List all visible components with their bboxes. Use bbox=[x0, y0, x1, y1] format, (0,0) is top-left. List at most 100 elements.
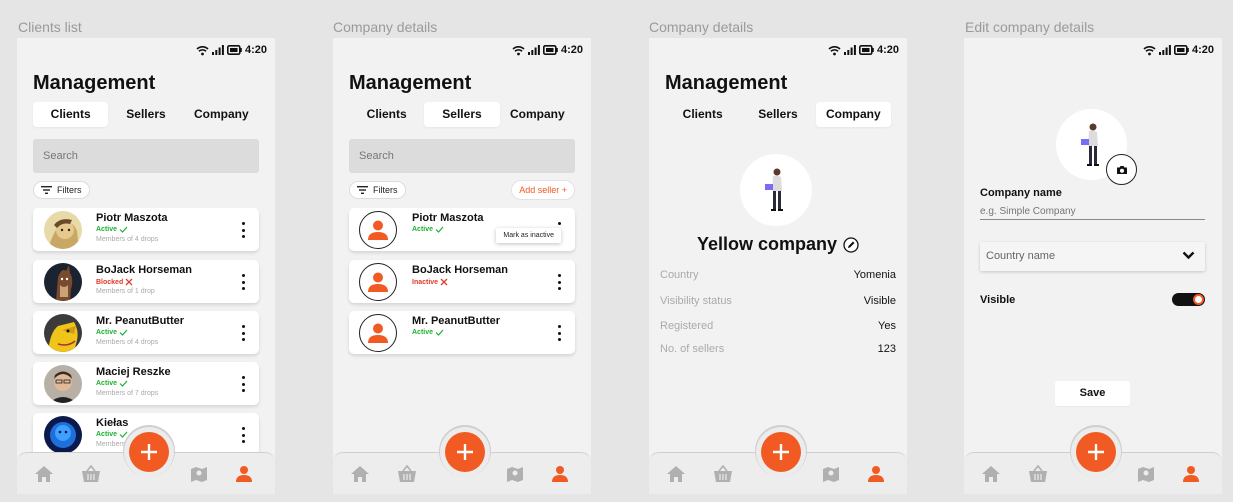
user-icon[interactable] bbox=[1182, 465, 1200, 483]
page-title: Management bbox=[33, 72, 156, 94]
tab-clients[interactable]: Clients bbox=[33, 102, 109, 127]
screen-title: Company details bbox=[333, 19, 438, 35]
check-icon bbox=[119, 329, 128, 336]
check-icon bbox=[435, 226, 444, 233]
list-item[interactable]: Piotr Maszota Active Members of 4 drops bbox=[33, 208, 259, 251]
filters-label: Filters bbox=[373, 185, 398, 195]
home-icon[interactable] bbox=[666, 465, 686, 483]
tab-sellers[interactable]: Sellers bbox=[424, 102, 500, 127]
map-icon[interactable] bbox=[506, 465, 524, 483]
basket-icon[interactable] bbox=[81, 465, 101, 483]
battery-icon bbox=[858, 45, 874, 55]
tab-company[interactable]: Company bbox=[815, 102, 891, 127]
plus-icon bbox=[773, 444, 789, 460]
status-badge: Inactive bbox=[412, 278, 448, 286]
detail-key: Visibility status bbox=[660, 295, 732, 307]
basket-icon[interactable] bbox=[1028, 465, 1048, 483]
filters-button[interactable]: Filters bbox=[33, 181, 90, 199]
visible-label: Visible bbox=[980, 294, 1016, 306]
list-item[interactable]: BoJack Horseman Inactive bbox=[349, 260, 575, 303]
list-item[interactable]: Mr. PeanutButter Active Members of 4 dro… bbox=[33, 311, 259, 354]
visible-toggle[interactable] bbox=[1172, 293, 1205, 306]
user-icon bbox=[368, 272, 388, 292]
more-options-icon[interactable] bbox=[557, 325, 561, 341]
user-icon[interactable] bbox=[867, 465, 885, 483]
avatar bbox=[44, 416, 82, 454]
detail-value: Visible bbox=[863, 295, 896, 307]
change-photo-button[interactable] bbox=[1106, 154, 1137, 185]
user-icon[interactable] bbox=[235, 465, 253, 483]
search-input[interactable]: Search bbox=[33, 139, 259, 173]
tab-sellers[interactable]: Sellers bbox=[740, 102, 815, 127]
more-options-icon[interactable] bbox=[241, 376, 245, 392]
mark-inactive-menu-item[interactable]: Mark as inactive bbox=[496, 228, 561, 243]
status-time: 4:20 bbox=[876, 44, 899, 56]
detail-row: Registered Yes bbox=[660, 320, 896, 332]
more-options-icon[interactable] bbox=[241, 427, 245, 443]
detail-value: Yomenia bbox=[853, 269, 896, 281]
status-time: 4:20 bbox=[560, 44, 583, 56]
map-icon[interactable] bbox=[1137, 465, 1155, 483]
more-options-icon[interactable] bbox=[241, 274, 245, 290]
avatar bbox=[44, 211, 82, 249]
status-badge: Active bbox=[412, 329, 444, 336]
home-icon[interactable] bbox=[34, 465, 54, 483]
tab-company[interactable]: Company bbox=[184, 102, 259, 127]
avatar bbox=[44, 314, 82, 352]
tab-clients[interactable]: Clients bbox=[349, 102, 424, 127]
sellers-screen: 4:20 Management Clients Sellers Company … bbox=[333, 38, 591, 494]
tab-company[interactable]: Company bbox=[500, 102, 575, 127]
seller-name: Mr. PeanutButter bbox=[412, 315, 501, 327]
detail-row: Country Yomenia bbox=[660, 269, 896, 281]
user-icon[interactable] bbox=[551, 465, 569, 483]
status-bar: 4:20 bbox=[512, 44, 583, 56]
tab-clients[interactable]: Clients bbox=[665, 102, 740, 127]
clients-list-screen: 4:20 Management Clients Sellers Company … bbox=[17, 38, 275, 494]
status-badge: Active bbox=[96, 226, 128, 233]
add-button[interactable] bbox=[1076, 432, 1116, 472]
save-button[interactable]: Save bbox=[1055, 381, 1130, 406]
cross-icon bbox=[440, 278, 448, 286]
battery-icon bbox=[226, 45, 242, 55]
detail-row: Visibility status Visible bbox=[660, 295, 896, 307]
add-button[interactable] bbox=[445, 432, 485, 472]
basket-icon[interactable] bbox=[397, 465, 417, 483]
page-title: Management bbox=[349, 72, 472, 94]
add-button[interactable] bbox=[761, 432, 801, 472]
tab-sellers[interactable]: Sellers bbox=[108, 102, 183, 127]
home-icon[interactable] bbox=[350, 465, 370, 483]
country-select[interactable]: Country name bbox=[980, 242, 1205, 271]
client-meta: Members of 4 drops bbox=[96, 236, 159, 243]
status-time: 4:20 bbox=[244, 44, 267, 56]
detail-row: No. of sellers 123 bbox=[660, 343, 896, 355]
home-icon[interactable] bbox=[981, 465, 1001, 483]
map-icon[interactable] bbox=[822, 465, 840, 483]
plus-icon bbox=[457, 444, 473, 460]
signal-icon bbox=[527, 45, 540, 55]
list-item[interactable]: Maciej Reszke Active Members of 7 drops bbox=[33, 362, 259, 405]
edit-icon[interactable] bbox=[843, 236, 859, 253]
list-item[interactable]: Piotr Maszota Active Mark as inactive bbox=[349, 208, 575, 251]
list-item[interactable]: BoJack Horseman Blocked Members of 1 dro… bbox=[33, 260, 259, 303]
more-options-icon[interactable] bbox=[557, 274, 561, 290]
search-input[interactable]: Search bbox=[349, 139, 575, 173]
plus-icon bbox=[1088, 444, 1104, 460]
detail-key: Country bbox=[660, 269, 699, 281]
battery-icon bbox=[1173, 45, 1189, 55]
company-name-input[interactable] bbox=[980, 203, 1205, 220]
page-title: Management bbox=[665, 72, 788, 94]
more-options-icon[interactable] bbox=[241, 325, 245, 341]
client-name: Maciej Reszke bbox=[96, 366, 171, 378]
avatar bbox=[359, 211, 397, 249]
list-item[interactable]: Mr. PeanutButter Active bbox=[349, 311, 575, 354]
client-meta: Members of 7 drops bbox=[96, 390, 159, 397]
detail-value: 123 bbox=[877, 343, 896, 355]
add-seller-button[interactable]: Add seller + bbox=[511, 180, 575, 200]
map-icon[interactable] bbox=[190, 465, 208, 483]
filters-button[interactable]: Filters bbox=[349, 181, 406, 199]
avatar bbox=[44, 263, 82, 301]
add-button[interactable] bbox=[129, 432, 169, 472]
avatar bbox=[359, 263, 397, 301]
basket-icon[interactable] bbox=[713, 465, 733, 483]
more-options-icon[interactable] bbox=[241, 222, 245, 238]
